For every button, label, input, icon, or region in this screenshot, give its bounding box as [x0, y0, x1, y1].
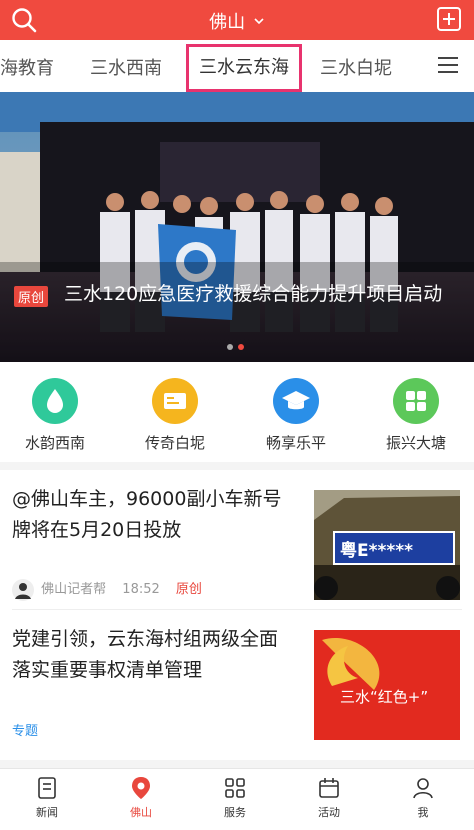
calendar-icon	[319, 778, 339, 798]
graduation-cap-icon	[273, 378, 319, 424]
banner-photo	[0, 92, 474, 362]
news-thumbnail: 粤E*****	[314, 490, 460, 600]
apps-grid-icon	[225, 778, 245, 798]
tab-sanshui-yundonghai[interactable]: 三水云东海	[186, 44, 302, 92]
grid-icon	[393, 378, 439, 424]
tab-education[interactable]: 海教育	[0, 54, 54, 80]
news-tag: 专题	[12, 724, 39, 739]
nav-label: 新闻	[36, 806, 58, 819]
document-icon	[38, 777, 56, 799]
news-title[interactable]: 党建引领，云东海村组两级全面落实重要事权清单管理	[12, 624, 292, 686]
quick-link-shuiyun-xinan[interactable]: 水韵西南	[5, 378, 105, 453]
nav-foshan[interactable]: 佛山	[94, 775, 188, 820]
city-selector[interactable]: 佛山	[0, 8, 474, 34]
city-name: 佛山	[209, 12, 246, 33]
nav-activity[interactable]: 活动	[282, 775, 376, 820]
news-time: 18:52	[122, 582, 160, 597]
location-pin-icon	[132, 777, 150, 799]
news-tag: 原创	[175, 582, 202, 597]
banner-title[interactable]: 三水120应急医疗救援综合能力提升项目启动	[12, 280, 462, 308]
app-header: 佛山	[0, 0, 474, 40]
user-icon	[413, 778, 433, 799]
carousel-dot-active[interactable]	[238, 344, 244, 350]
quick-link-changxiang-leping[interactable]: 畅享乐平	[246, 378, 346, 453]
tab-sanshui-xinan[interactable]: 三水西南	[90, 54, 162, 80]
nav-label: 服务	[224, 806, 246, 819]
section-divider	[0, 462, 474, 470]
add-icon[interactable]	[436, 6, 462, 32]
banner-carousel[interactable]	[0, 92, 474, 362]
plate-text: 粤E*****	[340, 541, 414, 561]
news-item[interactable]: @佛山车主，96000副小车新号牌将在5月20日投放 佛山记者帮 18:52 原…	[0, 470, 474, 610]
nav-label: 我	[417, 806, 429, 819]
quick-links: 水韵西南 传奇白坭 畅享乐平 振兴大塘	[0, 362, 474, 468]
nav-label: 活动	[318, 806, 340, 819]
bottom-nav: 新闻 佛山 服务 活动 我	[0, 768, 474, 830]
card-icon	[152, 378, 198, 424]
thumb-caption: 三水“红色+”	[340, 688, 429, 706]
news-item[interactable]: 党建引领，云东海村组两级全面落实重要事权清单管理 专题 三水“红色+”	[0, 610, 474, 760]
quick-link-chuanqi-baini[interactable]: 传奇白坭	[125, 378, 225, 453]
news-title[interactable]: @佛山车主，96000副小车新号牌将在5月20日投放	[12, 484, 292, 546]
chevron-down-icon	[254, 18, 264, 25]
water-drop-icon	[32, 378, 78, 424]
news-author: 佛山记者帮	[41, 582, 107, 597]
nav-news[interactable]: 新闻	[0, 775, 94, 820]
news-thumbnail: 三水“红色+”	[314, 630, 460, 740]
nav-service[interactable]: 服务	[188, 775, 282, 820]
section-divider	[0, 760, 474, 768]
menu-icon[interactable]	[438, 56, 458, 74]
tab-sanshui-baini[interactable]: 三水白坭	[320, 54, 392, 80]
news-meta: 佛山记者帮 18:52 原创	[12, 578, 202, 601]
nav-me[interactable]: 我	[376, 775, 470, 820]
channel-tabs: 海教育 三水西南 三水云东海 三水白坭	[0, 40, 474, 92]
quick-link-zhenxing-datang[interactable]: 振兴大塘	[366, 378, 466, 453]
nav-label: 佛山	[130, 806, 152, 819]
carousel-dot[interactable]	[227, 344, 233, 350]
avatar-icon	[12, 578, 34, 601]
